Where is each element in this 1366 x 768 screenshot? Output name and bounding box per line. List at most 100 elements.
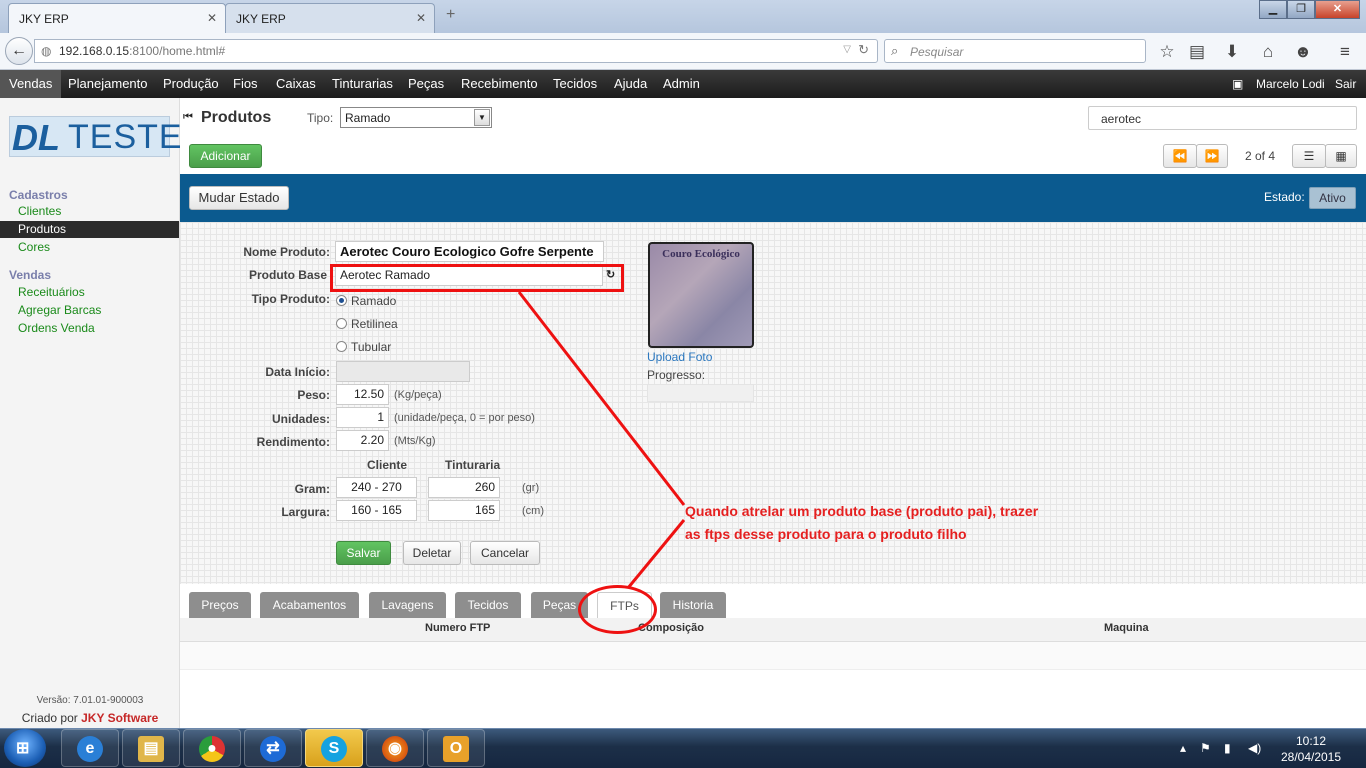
change-state-button[interactable]: Mudar Estado [189,186,289,210]
largura-tinturaria-field[interactable]: 165 [428,500,500,521]
company-logo: DL TESTE [9,116,182,158]
product-photo: Couro Ecológico [648,242,754,348]
menu-item-recebimento[interactable]: Recebimento [452,70,547,98]
radio-tubular[interactable]: Tubular [336,340,391,354]
reload-icon[interactable]: ↻ [858,42,869,58]
menu-item-vendas[interactable]: Vendas [0,70,62,98]
unidades-hint: (unidade/peça, 0 = por peso) [394,412,535,424]
tab-precos[interactable]: Preços [189,592,251,618]
pager-text: 2 of 4 [1245,149,1276,163]
tipo-filter-select[interactable]: Ramado ▼ [340,107,492,128]
annotation-text: Quando atrelar um produto base (produto … [685,500,1038,546]
collapse-sidebar-icon[interactable]: ⏮ [183,111,193,124]
cancel-button[interactable]: Cancelar [470,541,540,565]
radio-retilinea[interactable]: Retilinea [336,317,398,331]
tab-lavagens[interactable]: Lavagens [369,592,446,618]
menu-item-pecas[interactable]: Peças [399,70,453,98]
unidades-field[interactable]: 1 [336,407,389,428]
reading-list-icon[interactable]: ▤ [1186,42,1208,62]
maximize-window-button[interactable]: ❐ [1287,0,1315,19]
skype-icon[interactable]: S [305,729,363,767]
menu-icon[interactable]: ≡ [1334,42,1356,62]
logout-link[interactable]: Sair [1335,70,1356,98]
delete-button[interactable]: Deletar [403,541,461,565]
radio-selected-icon [336,295,347,306]
address-bar[interactable]: ◍ 192.168.0.15:8100/home.html# ▽ ↻ [34,39,878,63]
sidebar-item-produtos[interactable]: Produtos [0,221,179,238]
system-clock[interactable]: 10:12 28/04/2015 [1276,733,1346,765]
credit-prefix: Criado por [21,711,78,725]
user-name[interactable]: Marcelo Lodi [1256,70,1325,98]
menu-item-caixas[interactable]: Caixas [267,70,325,98]
tipo-produto-label: Tipo Produto: [251,292,330,306]
photo-caption: Couro Ecológico [662,248,740,260]
menu-item-tecidos[interactable]: Tecidos [544,70,606,98]
new-tab-icon[interactable]: + [446,6,455,24]
upload-progress-bar [647,384,754,402]
radio-ramado[interactable]: Ramado [336,294,396,308]
sidebar-item-cores[interactable]: Cores [0,239,179,256]
network-icon[interactable]: ▮ [1224,741,1231,755]
save-button[interactable]: Salvar [336,541,391,565]
close-window-button[interactable]: ✕ [1315,0,1360,19]
next-record-button[interactable]: ⏩ [1196,144,1228,168]
browser-search-box[interactable]: ⌕ Pesquisar [884,39,1146,63]
bookmark-star-icon[interactable]: ☆ [1156,42,1178,62]
product-search-input[interactable]: aerotec [1088,106,1357,130]
credit-brand[interactable]: JKY Software [81,711,158,725]
firefox-icon[interactable]: ◉ [366,729,424,767]
close-tab-icon[interactable]: ✕ [416,11,426,25]
sidebar-item-ordens-venda[interactable]: Ordens Venda [0,320,179,337]
nome-produto-field[interactable]: Aerotec Couro Ecologico Gofre Serpente [335,241,604,262]
radio-ramado-label: Ramado [351,294,397,308]
start-button[interactable]: ⊞ [4,729,46,767]
data-inicio-field[interactable] [336,361,470,382]
column-maquina[interactable]: Maquina [1104,622,1149,634]
menu-item-ajuda[interactable]: Ajuda [605,70,656,98]
menu-item-planejamento[interactable]: Planejamento [59,70,157,98]
teamviewer-icon[interactable]: ⇄ [244,729,302,767]
add-button[interactable]: Adicionar [189,144,262,168]
estado-badge[interactable]: Ativo [1309,187,1356,209]
outlook-icon[interactable]: O [427,729,485,767]
browser-tab-active[interactable]: JKY ERP ✕ [8,3,226,33]
sidebar-item-receituarios[interactable]: Receituários [0,284,179,301]
tab-acabamentos[interactable]: Acabamentos [260,592,359,618]
ie-icon[interactable]: e [61,729,119,767]
volume-icon[interactable]: ◀) [1248,741,1261,755]
menu-item-producao[interactable]: Produção [154,70,228,98]
chrome-icon[interactable]: ● [183,729,241,767]
show-hidden-icons-icon[interactable]: ▴ [1180,741,1186,755]
home-icon[interactable]: ⌂ [1257,42,1279,62]
largura-cliente-field[interactable]: 160 - 165 [336,500,417,521]
column-numero-ftp[interactable]: Numero FTP [425,622,490,634]
menu-item-fios[interactable]: Fios [224,70,267,98]
explorer-icon[interactable]: ▤ [122,729,180,767]
rendimento-label: Rendimento: [256,435,330,449]
menu-item-admin[interactable]: Admin [654,70,709,98]
form-view-button[interactable]: ▦ [1325,144,1357,168]
download-icon[interactable]: ⬇ [1221,42,1243,62]
sidebar-item-clientes[interactable]: Clientes [0,203,179,220]
tab-historia[interactable]: Historia [660,592,726,618]
peso-label: Peso: [297,388,330,402]
gram-label: Gram: [294,482,330,496]
peso-field[interactable]: 12.50 [336,384,389,405]
upload-photo-link[interactable]: Upload Foto [647,350,712,364]
gram-cliente-field[interactable]: 240 - 270 [336,477,417,498]
rendimento-field[interactable]: 2.20 [336,430,389,451]
previous-record-button[interactable]: ⏪ [1163,144,1197,168]
sidebar-item-agregar-barcas[interactable]: Agregar Barcas [0,302,179,319]
action-center-icon[interactable]: ⚑ [1200,741,1211,755]
menu-item-tinturarias[interactable]: Tinturarias [323,70,402,98]
chat-icon[interactable]: ☻ [1292,42,1314,62]
minimize-window-button[interactable]: ▁ [1259,0,1287,19]
gram-tinturaria-field[interactable]: 260 [428,477,500,498]
list-view-button[interactable]: ☰ [1292,144,1326,168]
history-dropdown-icon[interactable]: ▽ [843,44,851,55]
close-tab-icon[interactable]: ✕ [207,11,217,25]
sidebar: DL TESTE Cadastros Clientes Produtos Cor… [0,98,182,728]
back-button[interactable]: ← [5,37,33,65]
tab-tecidos[interactable]: Tecidos [455,592,521,618]
browser-tab-inactive[interactable]: JKY ERP ✕ [225,3,435,33]
